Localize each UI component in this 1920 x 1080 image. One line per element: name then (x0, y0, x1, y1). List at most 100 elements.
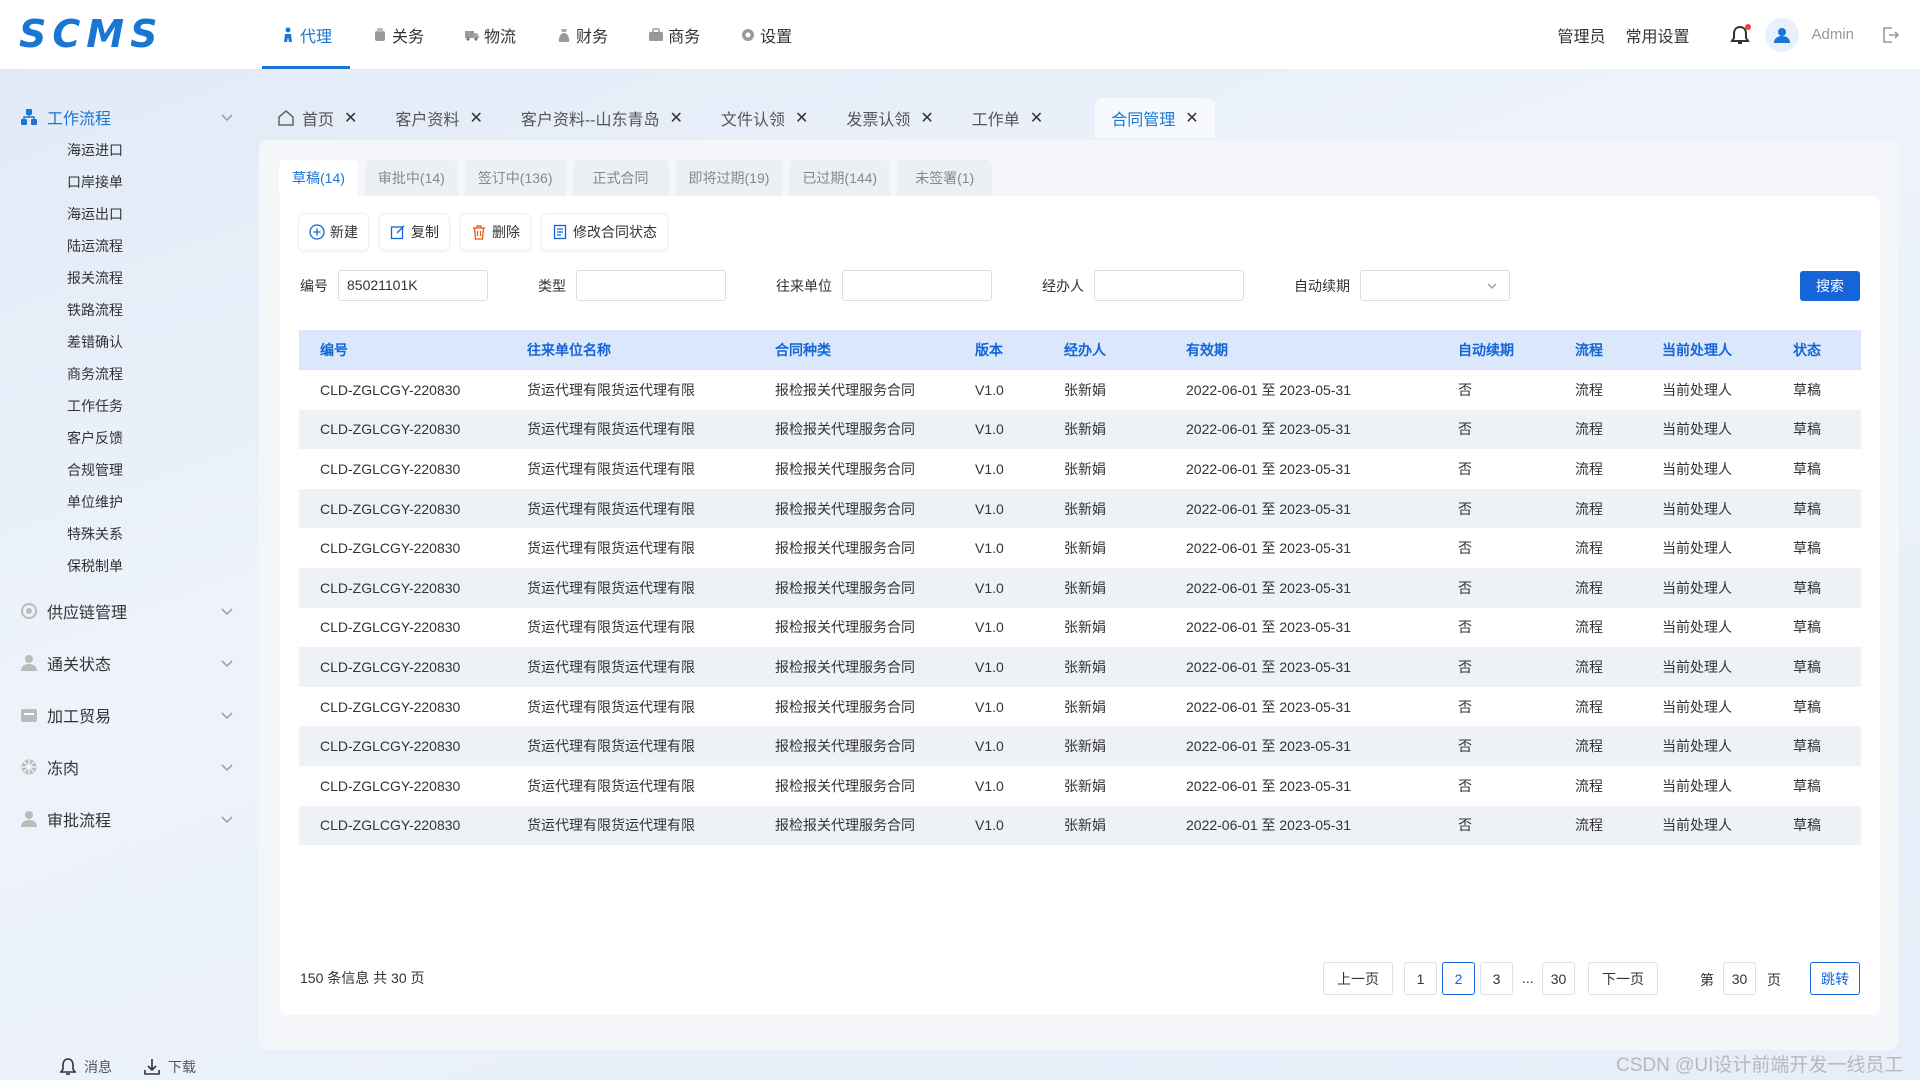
tab-contract-management[interactable]: 合同管理 ✕ (1095, 98, 1215, 138)
topnav-finance[interactable]: 财务 (538, 0, 626, 69)
username[interactable]: Admin (1811, 26, 1854, 43)
tab-invoice-claim[interactable]: 发票认领 ✕ (830, 98, 949, 138)
close-icon[interactable]: ✕ (920, 108, 933, 128)
sidebar-item-special-relation[interactable]: 特殊关系 (67, 524, 123, 544)
auto-renew-select[interactable] (1360, 270, 1510, 301)
sidebar-group-workflow[interactable]: 工作流程 (20, 102, 235, 132)
avatar[interactable] (1765, 17, 1800, 52)
page-button-3[interactable]: 3 (1480, 962, 1513, 995)
table-row[interactable]: CLD-ZGLCGY-220830 货运代理有限货运代理有限 报检报关代理服务合同 V… (299, 608, 1861, 648)
status-tab-signing[interactable]: 签订中(136) (464, 160, 566, 196)
status-tab-approving[interactable]: 审批中(14) (364, 160, 458, 196)
table-row[interactable]: CLD-ZGLCGY-220830 货运代理有限货运代理有限 报检报关代理服务合同 V… (299, 647, 1861, 687)
column-header[interactable]: 版本 (975, 340, 1003, 360)
status-tab-draft[interactable]: 草稿(14) (279, 160, 358, 196)
prev-page-button[interactable]: 上一页 (1323, 962, 1393, 995)
sidebar-item-work-task[interactable]: 工作任务 (67, 396, 123, 416)
column-header[interactable]: 状态 (1793, 340, 1821, 360)
status-tab-expired[interactable]: 已过期(144) (789, 160, 891, 196)
close-icon[interactable]: ✕ (344, 108, 357, 128)
table-row[interactable]: CLD-ZGLCGY-220830 货运代理有限货运代理有限 报检报关代理服务合同 V… (299, 687, 1861, 727)
tab-customer-info[interactable]: 客户资料 ✕ (379, 98, 498, 138)
new-button[interactable]: 新建 (298, 213, 369, 251)
delete-button[interactable]: 删除 (460, 213, 531, 251)
close-icon[interactable]: ✕ (1185, 108, 1198, 128)
close-icon[interactable]: ✕ (795, 108, 808, 128)
column-header[interactable]: 自动续期 (1458, 340, 1514, 360)
status-tab-expiring[interactable]: 即将过期(19) (675, 160, 783, 196)
tab-work-order[interactable]: 工作单 ✕ (956, 98, 1059, 138)
goto-page-input[interactable]: 30 (1723, 962, 1756, 995)
sidebar-item-compliance[interactable]: 合规管理 (67, 460, 123, 480)
close-icon[interactable]: ✕ (670, 108, 683, 128)
close-icon[interactable]: ✕ (469, 108, 482, 128)
table-row[interactable]: CLD-ZGLCGY-220830 货运代理有限货运代理有限 报检报关代理服务合同 V… (299, 805, 1861, 846)
topnav-settings[interactable]: 设置 (722, 0, 810, 69)
cell-auto-renew: 否 (1458, 579, 1472, 596)
handler-input[interactable] (1094, 270, 1244, 301)
messages-button[interactable]: 消息 (58, 1057, 112, 1077)
sidebar-item-port-order[interactable]: 口岸接单 (67, 172, 123, 192)
notification-bell-icon[interactable] (1729, 23, 1752, 46)
column-header[interactable]: 经办人 (1064, 340, 1106, 360)
table-row[interactable]: CLD-ZGLCGY-220830 货运代理有限货运代理有限 报检报关代理服务合同 V… (299, 488, 1861, 529)
logout-icon[interactable] (1880, 25, 1900, 45)
topnav-business[interactable]: 商务 (630, 0, 718, 69)
column-header[interactable]: 流程 (1575, 340, 1603, 360)
tab-file-claim[interactable]: 文件认领 ✕ (705, 98, 824, 138)
sidebar-item-railway[interactable]: 铁路流程 (67, 300, 123, 320)
table-row[interactable]: CLD-ZGLCGY-220830 货运代理有限货运代理有限 报检报关代理服务合同 V… (299, 409, 1861, 450)
column-header[interactable]: 有效期 (1186, 340, 1228, 360)
sidebar-item-unit-maintenance[interactable]: 单位维护 (67, 492, 123, 512)
copy-button[interactable]: 复制 (379, 213, 450, 251)
goto-button[interactable]: 跳转 (1810, 962, 1860, 995)
type-input[interactable] (576, 270, 726, 301)
page-button-1[interactable]: 1 (1404, 962, 1437, 995)
table-row[interactable]: CLD-ZGLCGY-220830 货运代理有限货运代理有限 报检报关代理服务合同 V… (299, 726, 1861, 766)
modify-status-button[interactable]: 修改合同状态 (541, 213, 668, 251)
sidebar-group-clearance[interactable]: 通关状态 (20, 648, 235, 678)
topnav-logistics[interactable]: 物流 (446, 0, 534, 69)
column-header[interactable]: 合同种类 (775, 340, 831, 360)
partner-input[interactable] (842, 270, 992, 301)
download-button[interactable]: 下载 (142, 1057, 196, 1077)
sidebar-item-error-confirm[interactable]: 差错确认 (67, 332, 123, 352)
page-button-last[interactable]: 30 (1542, 962, 1575, 995)
app-logo[interactable]: SCMS (19, 12, 163, 56)
sidebar-item-sea-export[interactable]: 海运出口 (67, 204, 123, 224)
admin-role-link[interactable]: 管理员 (1557, 23, 1605, 47)
common-settings-link[interactable]: 常用设置 (1625, 23, 1689, 47)
table-row[interactable]: CLD-ZGLCGY-220830 货运代理有限货运代理有限 报检报关代理服务合同 V… (299, 567, 1861, 608)
sidebar-item-sea-import[interactable]: 海运进口 (67, 140, 123, 160)
table-row[interactable]: CLD-ZGLCGY-220830 货运代理有限货运代理有限 报检报关代理服务合同 V… (299, 528, 1861, 568)
column-header[interactable]: 往来单位名称 (527, 340, 611, 360)
sidebar-group-supply-chain[interactable]: 供应链管理 (20, 596, 235, 626)
next-page-button[interactable]: 下一页 (1588, 962, 1658, 995)
column-header[interactable]: 编号 (320, 340, 348, 360)
topnav-customs[interactable]: 关务 (354, 0, 442, 69)
table-row[interactable]: CLD-ZGLCGY-220830 货运代理有限货运代理有限 报检报关代理服务合同 V… (299, 449, 1861, 489)
status-tab-unsigned[interactable]: 未签署(1) (897, 160, 993, 196)
sidebar-item-business-flow[interactable]: 商务流程 (67, 364, 123, 384)
tab-home[interactable]: 首页 ✕ (260, 98, 373, 138)
cell-contract-type: 报检报关代理服务合同 (775, 738, 915, 755)
sidebar-item-customer-feedback[interactable]: 客户反馈 (67, 428, 123, 448)
topnav-agent[interactable]: 代理 (262, 0, 351, 69)
search-button[interactable]: 搜索 (1800, 271, 1860, 301)
sidebar-item-land-transport[interactable]: 陆运流程 (67, 236, 123, 256)
sidebar-group-processing-trade[interactable]: 加工贸易 (20, 700, 235, 730)
code-input[interactable]: 85021101K (338, 270, 488, 301)
sidebar-group-frozen-meat[interactable]: 冻肉 (20, 752, 235, 782)
sidebar-item-bonded-docs[interactable]: 保税制单 (67, 556, 123, 576)
table-row[interactable]: CLD-ZGLCGY-220830 货运代理有限货运代理有限 报检报关代理服务合同 V… (299, 766, 1861, 806)
status-tab-formal[interactable]: 正式合同 (572, 160, 669, 196)
table-row[interactable]: CLD-ZGLCGY-220830 货运代理有限货运代理有限 报检报关代理服务合同 V… (299, 370, 1861, 410)
column-header[interactable]: 当前处理人 (1662, 340, 1732, 360)
cell-auto-renew: 否 (1458, 777, 1472, 794)
page-button-2[interactable]: 2 (1442, 962, 1475, 995)
sidebar-item-declaration[interactable]: 报关流程 (67, 268, 123, 288)
close-icon[interactable]: ✕ (1030, 108, 1043, 128)
tab-customer-info-qingdao[interactable]: 客户资料--山东青岛 ✕ (505, 98, 699, 138)
table-body: CLD-ZGLCGY-220830 货运代理有限货运代理有限 报检报关代理服务合同 V… (299, 370, 1861, 846)
sidebar-group-approval[interactable]: 审批流程 (20, 804, 235, 834)
